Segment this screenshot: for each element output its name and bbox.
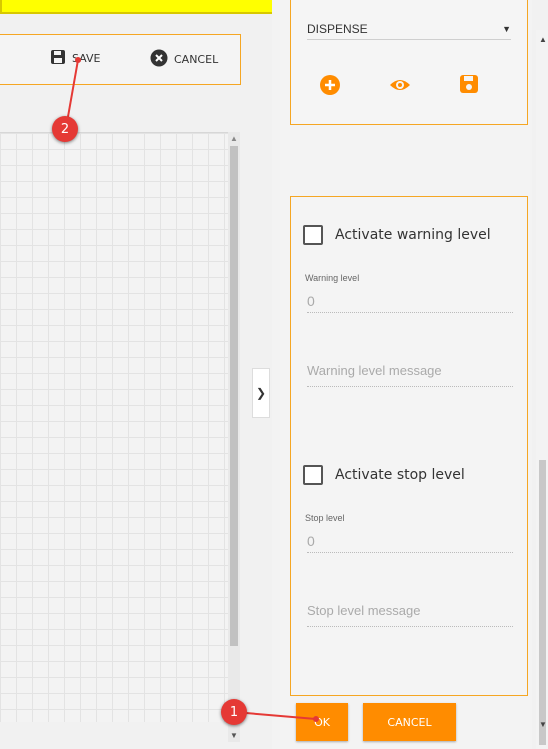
warning-level-input[interactable]: 0 (307, 293, 513, 313)
callout-badge-2: 2 (52, 116, 78, 142)
panel-toggle-button[interactable]: ❯ (252, 368, 270, 418)
ok-button[interactable]: OK (296, 703, 348, 741)
callout-badge-1: 1 (221, 699, 247, 725)
grid-canvas[interactable] (0, 132, 228, 722)
warning-message-input[interactable]: Warning level message (307, 363, 513, 387)
save-icon[interactable] (459, 74, 479, 99)
chevron-right-icon: ❯ (255, 386, 267, 400)
dispense-dropdown[interactable]: DISPENSE ▼ (307, 18, 511, 40)
floppy-disk-icon (50, 49, 66, 68)
cancel-toolbar-button[interactable]: CANCEL (150, 49, 218, 70)
dispense-selected-value: DISPENSE (307, 21, 368, 36)
levels-section: Activate warning level Warning level 0 W… (290, 196, 528, 696)
add-icon[interactable] (319, 74, 341, 101)
stop-level-input[interactable]: 0 (307, 533, 513, 553)
cancel-label: CANCEL (174, 53, 219, 66)
editor-toolbar: SAVE CANCEL (0, 34, 241, 85)
dispense-section: DISPENSE ▼ (290, 0, 528, 125)
scrollbar-thumb[interactable] (230, 146, 238, 646)
stop-level-checkbox-row[interactable]: Activate stop level (303, 465, 465, 485)
save-button[interactable]: SAVE (50, 49, 100, 68)
panel-scrollbar[interactable]: ▲ ▼ (536, 30, 548, 749)
warning-level-checkbox[interactable] (303, 225, 323, 245)
panel-scrollbar-thumb[interactable] (539, 460, 546, 745)
warning-level-checkbox-row[interactable]: Activate warning level (303, 225, 491, 245)
scroll-down-icon[interactable]: ▼ (230, 731, 238, 740)
stop-checkbox-label: Activate stop level (335, 467, 465, 483)
cancel-button[interactable]: CANCEL (363, 703, 456, 741)
warning-level-label: Warning level (305, 273, 360, 283)
stop-level-checkbox[interactable] (303, 465, 323, 485)
stop-level-label: Stop level (305, 513, 345, 523)
stop-message-input[interactable]: Stop level message (307, 603, 513, 627)
canvas-vertical-scrollbar[interactable]: ▲ ▼ (228, 132, 240, 742)
close-circle-icon (150, 49, 168, 70)
warning-checkbox-label: Activate warning level (335, 227, 491, 243)
save-label: SAVE (72, 52, 101, 65)
workspace: SAVE CANCEL ▲ ▼ ▶ (0, 14, 252, 749)
panel-scroll-down-icon[interactable]: ▼ (539, 720, 547, 729)
properties-panel: DISPENSE ▼ Activate warning level Warnin… (272, 0, 532, 749)
caret-down-icon: ▼ (502, 23, 511, 34)
panel-scroll-up-icon[interactable]: ▲ (539, 35, 547, 44)
eye-icon[interactable] (389, 74, 411, 101)
scroll-up-icon[interactable]: ▲ (230, 134, 238, 143)
